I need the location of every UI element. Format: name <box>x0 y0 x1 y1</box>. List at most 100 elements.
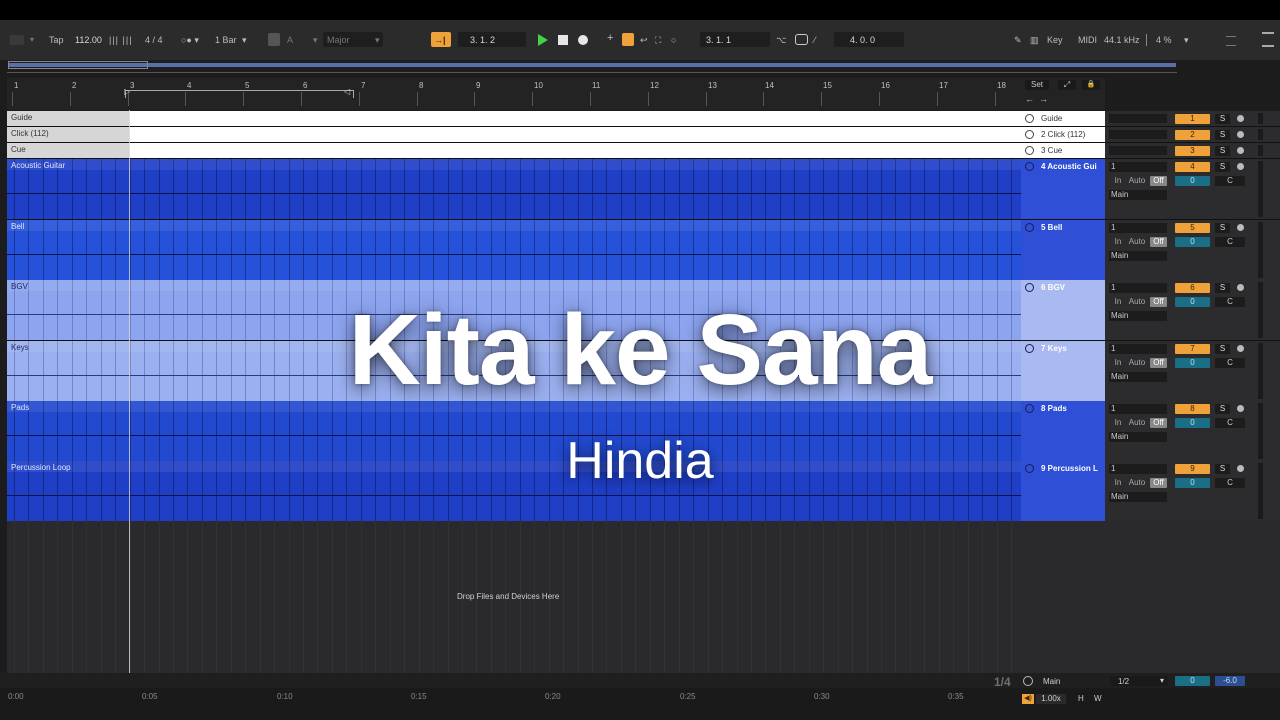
stop-icon[interactable] <box>558 35 568 45</box>
track-activator-button[interactable]: 3 <box>1175 146 1210 156</box>
add-icon[interactable]: + <box>607 32 613 44</box>
loop-icon[interactable] <box>795 34 808 45</box>
time-signature-field[interactable]: 4 / 4 <box>145 34 163 46</box>
back-to-arrangement-icon[interactable]: ↩ <box>640 34 648 46</box>
track-lane[interactable]: Bell <box>7 220 1041 281</box>
track-header-name: Guide <box>1041 114 1063 123</box>
ruler-bar-number: 2 <box>72 81 77 90</box>
w-button[interactable]: W <box>1094 694 1102 703</box>
pan-field[interactable]: C <box>1215 418 1245 428</box>
monitor-in-button[interactable]: In <box>1112 237 1124 247</box>
h-button[interactable]: H <box>1078 694 1084 703</box>
draw-mode-icon[interactable]: ✎ <box>1014 34 1022 46</box>
fold-icon[interactable] <box>1025 223 1034 232</box>
record-arm-icon[interactable] <box>1237 163 1244 170</box>
volume-field[interactable]: 0 <box>1175 176 1210 186</box>
session-record-icon[interactable]: ○ <box>671 34 676 46</box>
play-icon[interactable] <box>538 34 548 46</box>
monitor-auto-button[interactable]: Auto <box>1126 237 1148 247</box>
key-map-button[interactable]: Key <box>1047 34 1063 46</box>
overview-viewport[interactable] <box>8 61 148 69</box>
pan-field[interactable]: C <box>1215 176 1245 186</box>
grid-line <box>57 521 58 673</box>
overview-track-strip <box>8 63 1176 67</box>
punch-in-icon[interactable]: ⌥ <box>776 34 786 46</box>
input-channel-select[interactable]: 1 <box>1109 162 1167 172</box>
solo-button[interactable]: S <box>1215 146 1230 156</box>
tap-button[interactable]: Tap <box>49 34 64 46</box>
pan-field[interactable]: C <box>1215 237 1245 247</box>
ruler-tick <box>648 92 649 106</box>
tempo-field[interactable]: 112.00 <box>75 34 102 46</box>
volume-field[interactable]: 0 <box>1175 237 1210 247</box>
song-title: Kita ke Sana <box>348 294 933 406</box>
record-arm-icon[interactable] <box>1237 115 1244 122</box>
grid-line <box>202 521 203 673</box>
keyboard-icon[interactable]: ▥ <box>1030 34 1039 46</box>
loop-brace[interactable] <box>125 90 354 98</box>
waveform <box>7 254 1021 255</box>
midi-map-button[interactable]: MIDI <box>1078 34 1097 46</box>
fold-icon[interactable] <box>1025 162 1034 171</box>
ruler-tick <box>590 92 591 106</box>
lock-icon[interactable]: 🔒 <box>1082 80 1100 90</box>
monitor-in-button[interactable]: In <box>1112 176 1124 186</box>
play-circle-icon[interactable] <box>1025 114 1034 123</box>
track-lane[interactable]: Click (112) <box>7 127 1021 143</box>
record-arm-icon[interactable] <box>1237 131 1244 138</box>
capture-icon[interactable]: ⛶ <box>655 34 661 46</box>
track-lane[interactable]: Guide <box>7 111 1021 127</box>
output-route-select[interactable]: Main <box>1109 190 1167 200</box>
key-root-select[interactable]: A <box>287 34 293 46</box>
solo-button[interactable]: S <box>1215 114 1230 124</box>
loop-end-marker-icon[interactable]: ◁ <box>344 87 350 96</box>
clip-header[interactable] <box>7 220 1021 231</box>
track-activator-button[interactable]: 1 <box>1175 114 1210 124</box>
monitor-off-button[interactable]: Off <box>1150 176 1167 186</box>
clip-header[interactable] <box>7 159 1021 170</box>
main-fold-icon[interactable] <box>1023 676 1033 686</box>
monitor-off-button[interactable]: Off <box>1150 237 1167 247</box>
speaker-icon[interactable]: ◀) <box>1022 694 1034 704</box>
link-button[interactable] <box>10 35 24 45</box>
menu-icon[interactable] <box>1262 32 1274 47</box>
main-db-field[interactable]: -6.0 <box>1215 676 1245 686</box>
play-circle-icon[interactable] <box>1025 146 1034 155</box>
record-icon[interactable] <box>578 35 588 45</box>
key-toggle-button[interactable] <box>268 33 280 46</box>
nudge-icon[interactable]: ||| ||| <box>109 34 133 46</box>
loop-start-marker-icon[interactable]: ▷ <box>124 87 130 96</box>
track-activator-button[interactable]: 2 <box>1175 130 1210 140</box>
expand-icon[interactable]: ⤢ <box>1058 80 1076 90</box>
track-lane[interactable]: Cue <box>7 143 1021 159</box>
input-channel-select[interactable]: 1 <box>1109 223 1167 233</box>
monitor-auto-button[interactable]: Auto <box>1126 176 1148 186</box>
set-locator-button[interactable]: Set <box>1025 80 1049 90</box>
solo-button[interactable]: S <box>1215 130 1230 140</box>
solo-button[interactable]: S <box>1215 162 1230 172</box>
solo-button[interactable]: S <box>1215 223 1230 233</box>
metronome-icon[interactable]: ○● ▾ <box>181 34 199 46</box>
punch-out-icon[interactable]: ⁄ <box>814 34 816 46</box>
next-locator-icon[interactable]: → <box>1039 94 1048 104</box>
monitor-auto-button[interactable]: Auto <box>1126 418 1148 428</box>
record-arm-icon[interactable] <box>1237 147 1244 154</box>
main-volume-field[interactable]: 0 <box>1175 676 1210 686</box>
zoom-field[interactable]: 1.00x <box>1036 694 1066 704</box>
track-activator-button[interactable]: 4 <box>1175 162 1210 172</box>
automation-arm-button[interactable] <box>622 33 634 46</box>
prev-locator-icon[interactable]: ← <box>1025 94 1034 104</box>
bottom-time-ruler[interactable] <box>0 688 1280 720</box>
level-meter <box>1258 145 1263 156</box>
monitor-in-button[interactable]: In <box>1112 418 1124 428</box>
track-activator-button[interactable]: 5 <box>1175 223 1210 233</box>
monitor-off-button[interactable]: Off <box>1150 418 1167 428</box>
ruler-bar-number: 1 <box>14 81 19 90</box>
play-circle-icon[interactable] <box>1025 130 1034 139</box>
record-arm-icon[interactable] <box>1237 224 1244 231</box>
output-route-select[interactable]: Main <box>1109 251 1167 261</box>
volume-field[interactable]: 0 <box>1175 418 1210 428</box>
ruler-bar-number: 18 <box>997 81 1006 90</box>
quantize-select[interactable]: 1 Bar <box>215 34 237 46</box>
track-lane[interactable]: Acoustic Guitar <box>7 159 1041 220</box>
